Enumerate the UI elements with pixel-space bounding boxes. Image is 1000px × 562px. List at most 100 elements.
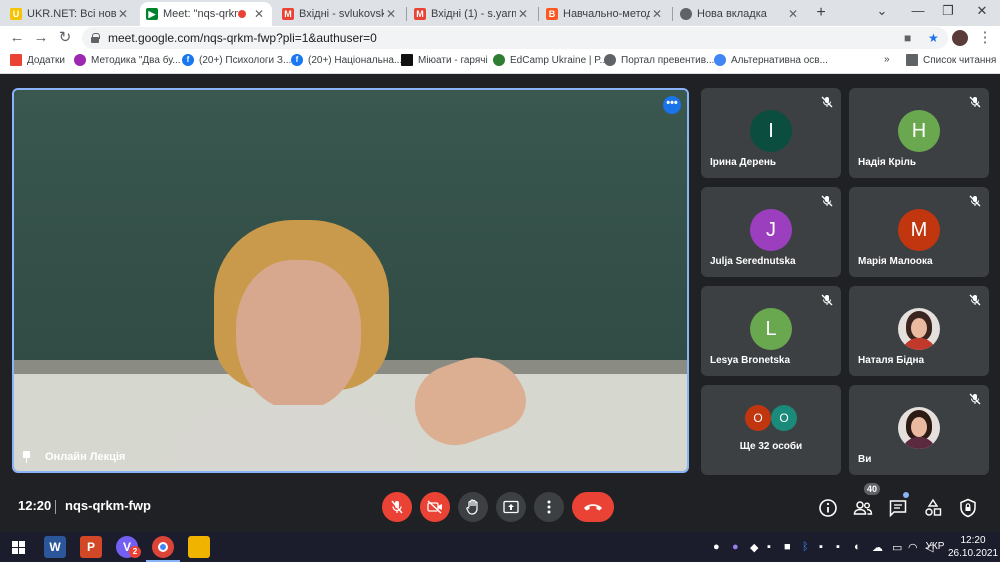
close-icon[interactable]: ✕: [252, 7, 266, 21]
chrome-taskbar-icon[interactable]: [146, 536, 180, 562]
presenter-label: Онлайн Лекція: [22, 451, 125, 463]
mic-off-icon: [821, 294, 833, 306]
powerpoint-icon[interactable]: P: [80, 536, 102, 558]
present-screen-button[interactable]: [496, 492, 526, 522]
facebook-icon: f: [291, 54, 303, 66]
network-tray-icon[interactable]: ▪: [767, 541, 771, 553]
microphone-tray-icon[interactable]: ●: [713, 541, 720, 553]
camera-tray-icon[interactable]: ▪: [836, 541, 840, 553]
close-icon[interactable]: ✕: [384, 7, 398, 21]
participant-tile[interactable]: Наталя Бідна: [849, 286, 989, 376]
meeting-info-icon[interactable]: [818, 498, 838, 518]
bookmark-item[interactable]: f (20+) Психологи З...: [182, 54, 291, 66]
bookmark-item[interactable]: Портал превентив...: [604, 54, 714, 66]
window-close-button[interactable]: ✕: [972, 3, 992, 19]
bookmark-item[interactable]: Методика "Два бу...: [74, 54, 181, 66]
participant-tile[interactable]: H Надія Кріль: [849, 88, 989, 178]
tab-blogger[interactable]: B Навчально-методичн ✕: [540, 2, 670, 26]
close-icon[interactable]: ✕: [786, 7, 800, 21]
new-tab-button[interactable]: +: [812, 4, 830, 22]
maximize-button[interactable]: ❐: [938, 3, 958, 19]
battery-icon[interactable]: ▭: [892, 541, 902, 554]
globe-icon: [604, 54, 616, 66]
reload-icon[interactable]: ↻: [56, 29, 74, 47]
raise-hand-button[interactable]: [458, 492, 488, 522]
avatar: O: [771, 405, 797, 431]
others-tile[interactable]: O O Ще 32 особи: [701, 385, 841, 475]
microphone-toggle-button[interactable]: [382, 492, 412, 522]
profile-photo: [898, 407, 940, 449]
tab-new-tab[interactable]: Нова вкладка ✕: [674, 2, 806, 26]
url-text[interactable]: meet.google.com/nqs-qrkm-fwp?pli=1&authu…: [108, 31, 377, 45]
windows-start-icon[interactable]: [12, 541, 25, 554]
gmail-icon: M: [282, 8, 294, 20]
participant-tile[interactable]: M Марія Малоока: [849, 187, 989, 277]
forward-icon[interactable]: →: [32, 29, 50, 47]
avatar: H: [898, 110, 940, 152]
participant-tile[interactable]: I Ірина Дерень: [701, 88, 841, 178]
taskbar-clock[interactable]: 12:20: [948, 535, 998, 546]
windows-taskbar: W P V 2 ● ● ◆ ▪ ■ ᛒ ▪ ▪ ◐ ☁ ▭ ◠ ◁ УКР 12…: [0, 532, 1000, 562]
close-icon[interactable]: ✕: [650, 7, 664, 21]
tray-icon[interactable]: ◐: [854, 541, 861, 553]
main-video-tile[interactable]: ••• Онлайн Лекція: [12, 88, 689, 473]
address-bar[interactable]: meet.google.com/nqs-qrkm-fwp?pli=1&authu…: [82, 27, 948, 49]
people-icon[interactable]: [853, 498, 873, 518]
participant-tile[interactable]: J Julja Serednutska: [701, 187, 841, 277]
leave-call-button[interactable]: [572, 492, 614, 522]
tab-ukrnet[interactable]: U UKR.NET: Всі новини ✕: [4, 2, 136, 26]
bookmark-item[interactable]: EdCamp Ukraine | P...: [493, 54, 608, 66]
avatar: L: [750, 308, 792, 350]
tab-gmail-1[interactable]: M Вхідні - svlukovska@g ✕: [276, 2, 404, 26]
mic-off-icon: [821, 96, 833, 108]
site-icon: [401, 54, 413, 66]
more-options-button[interactable]: [534, 492, 564, 522]
taskbar-date[interactable]: 26.10.2021: [948, 548, 998, 559]
viber-tray-icon[interactable]: ●: [732, 541, 739, 553]
tray-icon[interactable]: ■: [784, 541, 791, 553]
back-icon[interactable]: ←: [8, 29, 26, 47]
onedrive-icon[interactable]: ☁: [872, 541, 883, 554]
more-options-icon[interactable]: •••: [663, 96, 681, 114]
language-indicator[interactable]: УКР: [922, 541, 948, 552]
word-icon[interactable]: W: [44, 536, 66, 558]
camera-toggle-button[interactable]: [420, 492, 450, 522]
close-icon[interactable]: ✕: [116, 7, 130, 21]
menu-icon[interactable]: ⋮: [976, 29, 994, 47]
present-icon: [503, 500, 519, 514]
tab-meet[interactable]: ▶ Meet: "nqs-qrkm- ✕: [140, 2, 272, 26]
security-tray-icon[interactable]: ◆: [750, 541, 758, 554]
chat-icon[interactable]: [888, 498, 908, 518]
recording-dot-icon: [238, 10, 246, 18]
reading-list-icon: [906, 54, 918, 66]
bookmark-item[interactable]: Міюати - гарячі: [401, 54, 488, 66]
reading-list[interactable]: Список читання: [906, 54, 996, 66]
viber-icon[interactable]: V 2: [116, 536, 141, 558]
profile-photo: [898, 308, 940, 350]
ukrnet-icon: U: [10, 8, 22, 20]
tab-gmail-2[interactable]: M Вхідні (1) - s.yarmolyt ✕: [408, 2, 536, 26]
star-icon[interactable]: ★: [928, 31, 939, 45]
bookmark-apps[interactable]: Додатки: [10, 54, 65, 66]
tab-search-icon[interactable]: ⌄: [872, 3, 892, 19]
bookmarks-overflow[interactable]: »: [884, 54, 890, 65]
explorer-icon[interactable]: [188, 536, 210, 558]
camera-icon[interactable]: ■: [904, 31, 911, 45]
participant-tile[interactable]: L Lesya Bronetska: [701, 286, 841, 376]
bluetooth-icon[interactable]: ᛒ: [802, 541, 809, 553]
pin-icon[interactable]: [22, 451, 31, 463]
blogger-icon: B: [546, 8, 558, 20]
self-tile[interactable]: Ви: [849, 385, 989, 475]
minimize-button[interactable]: —: [908, 3, 928, 18]
mic-off-icon: [821, 195, 833, 207]
activities-icon[interactable]: [923, 498, 943, 518]
bookmark-item[interactable]: Альтернативна осв...: [714, 54, 828, 66]
wifi-icon[interactable]: ◠: [908, 541, 918, 554]
meet-icon: ▶: [146, 8, 158, 20]
more-vert-icon: [547, 500, 551, 514]
host-controls-icon[interactable]: [958, 498, 978, 518]
bookmark-item[interactable]: f (20+) Національна...: [291, 54, 402, 66]
tray-icon[interactable]: ▪: [819, 541, 823, 553]
close-icon[interactable]: ✕: [516, 7, 530, 21]
avatar[interactable]: [952, 30, 968, 46]
